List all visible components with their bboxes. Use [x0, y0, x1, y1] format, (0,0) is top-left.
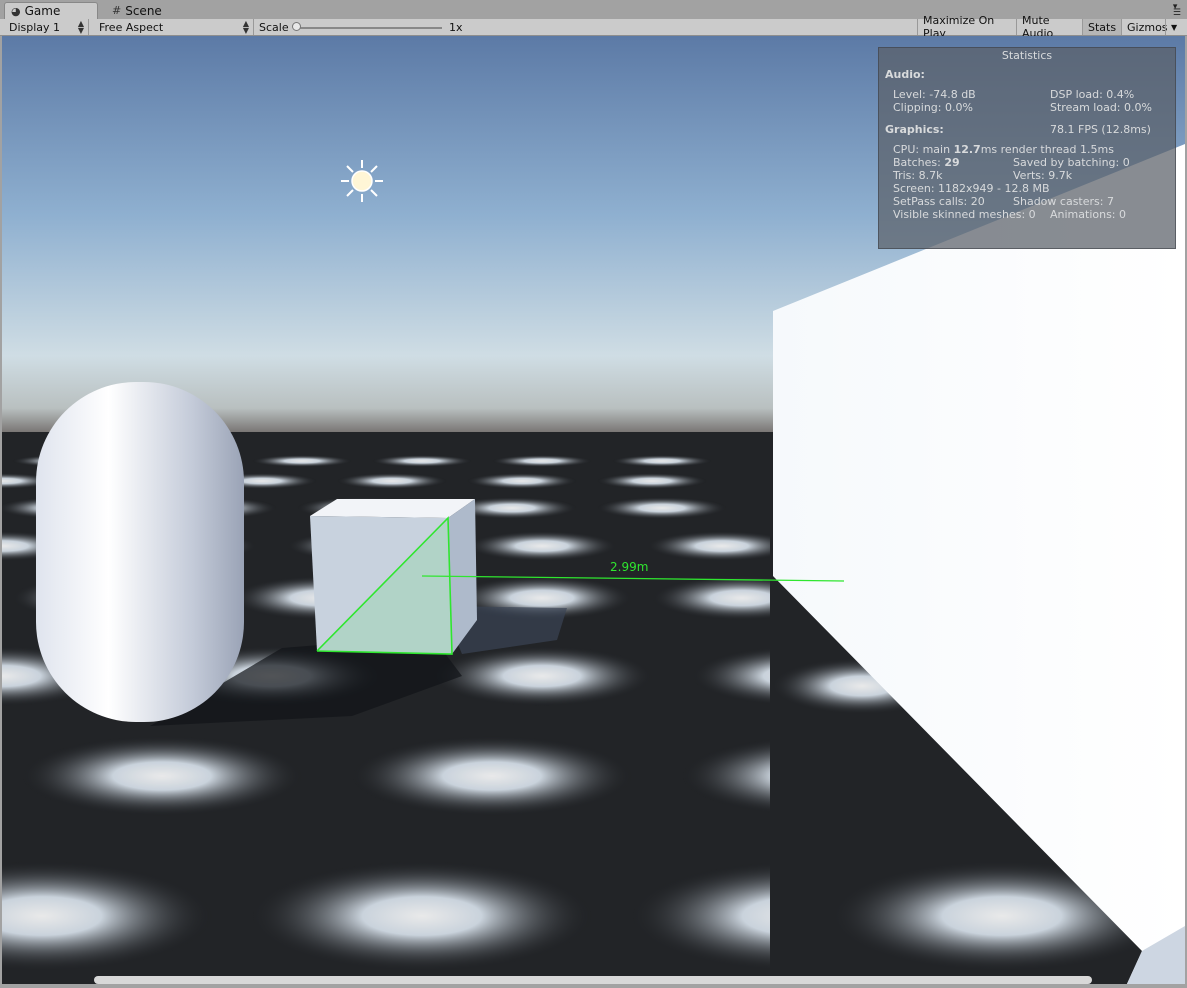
- audio-header: Audio:: [885, 68, 925, 81]
- grid-hash-icon: #: [112, 4, 122, 17]
- statistics-panel: Statistics Audio: Level: -74.8 dB DSP lo…: [878, 47, 1176, 249]
- dsp-load: DSP load: 0.4%: [1050, 88, 1135, 101]
- audio-clipping: Clipping: 0.0%: [893, 101, 973, 114]
- display-dropdown[interactable]: Display 1 ▲ ▼: [3, 19, 89, 35]
- directional-light-gizmo: [341, 160, 383, 202]
- graphics-header: Graphics:: [885, 123, 944, 136]
- scale-slider-track[interactable]: [296, 27, 442, 29]
- batches-prefix: Batches:: [893, 156, 945, 169]
- scale-label: Scale: [259, 20, 289, 34]
- pacman-icon: ◕: [11, 4, 21, 18]
- aspect-dropdown[interactable]: Free Aspect ▲ ▼: [93, 19, 254, 35]
- aspect-dropdown-value: Free Aspect: [99, 20, 164, 34]
- screen-stat: Screen: 1182x949 - 12.8 MB: [893, 182, 1050, 195]
- horizontal-scrollbar[interactable]: [94, 976, 1092, 984]
- game-toolbar: Display 1 ▲ ▼ Free Aspect ▲ ▼ Scale 1x Max…: [0, 14, 1187, 40]
- batches-stat: Batches: 29: [893, 156, 960, 169]
- cube-top: [310, 499, 475, 518]
- dropdown-arrow-icon: ▲ ▼: [242, 19, 249, 35]
- tab-scene[interactable]: # Scene: [110, 2, 162, 19]
- tab-game[interactable]: ◕ Game: [4, 2, 98, 19]
- tab-scene-label: Scene: [125, 3, 162, 18]
- cpu-stats: CPU: main 12.7ms render thread 1.5ms: [893, 143, 1114, 156]
- tris-stat: Tris: 8.7k: [893, 169, 943, 182]
- statistics-title: Statistics: [1001, 49, 1053, 62]
- cpu-main-value: 12.7: [953, 143, 981, 156]
- shadow-casters-stat: Shadow casters: 7: [1013, 195, 1114, 208]
- scale-slider-thumb[interactable]: [292, 22, 301, 31]
- window-bottom-border: [0, 984, 1187, 988]
- measurement-label: 2.99m: [610, 560, 649, 574]
- tab-game-label: Game: [24, 4, 61, 18]
- cpu-prefix: CPU: main: [893, 143, 954, 156]
- scale-value: 1x: [449, 20, 463, 34]
- capsule-object: [36, 382, 244, 722]
- gizmos-button[interactable]: Gizmos: [1121, 19, 1168, 35]
- audio-level: Level: -74.8 dB: [893, 88, 976, 101]
- skinned-meshes-stat: Visible skinned meshes: 0: [893, 208, 1036, 221]
- setpass-stat: SetPass calls: 20: [893, 195, 985, 208]
- display-dropdown-value: Display 1: [9, 20, 61, 34]
- saved-by-batching: Saved by batching: 0: [1013, 156, 1130, 169]
- batches-value: 29: [944, 156, 960, 169]
- window-menu-icon[interactable]: ▾ ☰: [1173, 3, 1181, 18]
- stream-load: Stream load: 0.0%: [1050, 101, 1152, 114]
- cpu-suffix: ms render thread 1.5ms: [980, 143, 1114, 156]
- dropdown-arrow-icon: ▲ ▼: [77, 19, 84, 35]
- verts-stat: Verts: 9.7k: [1013, 169, 1073, 182]
- maximize-on-play-button[interactable]: Maximize On Play: [917, 14, 1016, 40]
- fps-readout: 78.1 FPS (12.8ms): [1050, 123, 1151, 136]
- mute-audio-button[interactable]: Mute Audio: [1016, 14, 1082, 40]
- stats-button[interactable]: Stats: [1082, 19, 1121, 35]
- gizmos-dropdown-icon[interactable]: ▼: [1165, 19, 1185, 35]
- animations-stat: Animations: 0: [1050, 208, 1127, 221]
